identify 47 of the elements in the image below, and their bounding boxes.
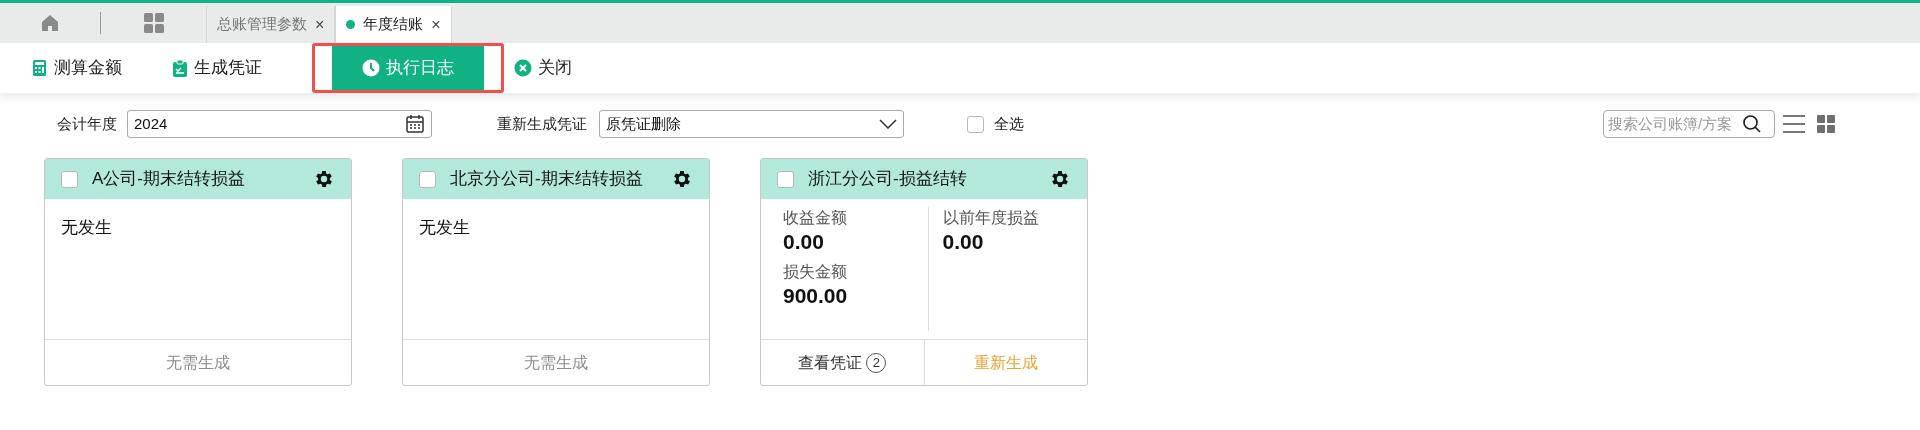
amount-value: 0.00	[942, 229, 985, 255]
calculator-icon	[32, 59, 48, 77]
calendar-icon[interactable]	[405, 114, 425, 134]
toolbar-button[interactable]: 测算金额	[32, 55, 122, 81]
clock-icon	[362, 59, 380, 77]
card-action-button[interactable]: 无需生成	[524, 350, 588, 375]
close-icon[interactable]: ×	[315, 12, 325, 37]
tab[interactable]: 年度结账 ×	[335, 6, 452, 43]
grid-icon[interactable]	[142, 12, 165, 34]
card-title: 浙江分公司-损益结转	[808, 168, 968, 191]
card-message: 无发生	[419, 218, 470, 237]
checkbox-label: 全选	[994, 113, 1024, 134]
amount-label: 收益金额	[783, 208, 848, 228]
year-field[interactable]: 2024	[127, 110, 432, 138]
close-icon[interactable]: ×	[431, 12, 441, 37]
gear-icon[interactable]	[1049, 168, 1071, 190]
card-action-button[interactable]: 查看凭证 2	[798, 350, 887, 375]
card-action-button[interactable]: 无需生成	[166, 350, 230, 375]
toolbar-button[interactable]: 生成凭证	[172, 55, 262, 81]
field-label: 重新生成凭证	[497, 113, 587, 134]
checkbox[interactable]	[61, 170, 78, 188]
card-title: 北京分公司-期末结转损益	[450, 168, 644, 191]
field-label: 会计年度	[57, 113, 117, 134]
tab-label: 总账管理参数	[217, 14, 307, 35]
toolbar-button[interactable]: 关闭	[514, 55, 572, 81]
close-icon	[514, 59, 532, 77]
card-title: A公司-期末结转损益	[92, 168, 246, 191]
checkbox[interactable]	[967, 115, 984, 133]
amount-label: 损失金额	[783, 262, 848, 282]
gear-icon[interactable]	[313, 168, 335, 190]
amount-value: 0.00	[783, 229, 825, 255]
regenerate-dropdown[interactable]: 原凭证删除	[599, 110, 904, 138]
clipboard-check-icon	[172, 59, 188, 77]
search-icon[interactable]	[1742, 114, 1762, 134]
chevron-down-icon	[879, 119, 897, 129]
tab-label: 年度结账	[363, 14, 424, 35]
grid-view-icon[interactable]	[1816, 114, 1836, 134]
search-field[interactable]: 搜索公司账簿/方案	[1603, 110, 1775, 138]
tab[interactable]: 总账管理参数 ×	[206, 6, 336, 43]
amount-value: 900.00	[783, 283, 849, 309]
amount-label: 以前年度损益	[942, 208, 1040, 228]
gear-icon[interactable]	[671, 168, 693, 190]
home-icon[interactable]	[40, 13, 60, 33]
checkbox[interactable]	[777, 170, 794, 188]
list-view-icon[interactable]	[1782, 114, 1806, 134]
card-message: 无发生	[61, 218, 112, 237]
checkbox[interactable]	[419, 170, 436, 188]
